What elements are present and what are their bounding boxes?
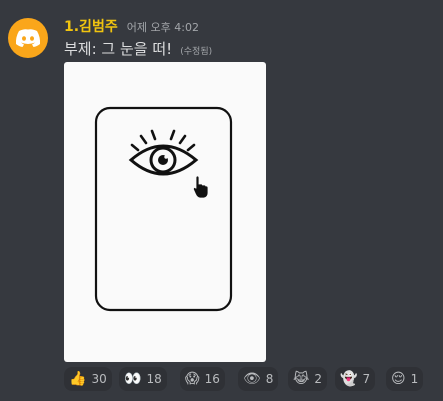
reaction-count: 2 — [314, 372, 322, 386]
discord-logo-icon — [15, 29, 41, 47]
reaction-relieved-face[interactable]: 😌 1 — [386, 367, 424, 391]
eye-card-drawing — [94, 106, 233, 312]
image-attachment[interactable] — [64, 62, 266, 362]
relieved-face-icon: 😌 — [391, 371, 406, 387]
eye-icon: 👁 — [243, 371, 261, 387]
reaction-count: 16 — [204, 372, 220, 386]
reaction-count: 7 — [362, 372, 371, 386]
username[interactable]: 1.김범주 — [64, 19, 118, 35]
reaction-ghost[interactable]: 👻 7 — [335, 367, 376, 391]
thumbs-up-icon: 👍 — [69, 371, 87, 387]
reaction-eyes[interactable]: 👀 18 — [119, 367, 167, 391]
reaction-scream[interactable]: 😱 16 — [180, 367, 225, 391]
eyes-icon: 👀 — [124, 371, 142, 387]
message-content: 부제: 그 눈을 떠! (수정됨) — [64, 38, 212, 59]
edited-label: (수정됨) — [180, 47, 213, 57]
timestamp: 어제 오후 4:02 — [126, 21, 199, 34]
eye-icon — [128, 129, 199, 176]
reaction-thumbs-up[interactable]: 👍 30 — [64, 367, 112, 391]
reaction-cat-face[interactable]: 😹 2 — [288, 367, 327, 391]
chat-message: 1.김범주 어제 오후 4:02 부제: 그 눈을 떠! (수정됨) 👍 30 … — [0, 0, 443, 401]
reaction-eye[interactable]: 👁 8 — [238, 367, 279, 391]
avatar[interactable] — [8, 18, 48, 58]
message-text: 부제: 그 눈을 떠! — [64, 40, 173, 58]
reaction-count: 8 — [265, 372, 274, 386]
reaction-count: 18 — [146, 372, 162, 386]
scream-icon: 😱 — [185, 371, 200, 387]
hand-pointer-icon — [192, 175, 209, 199]
cat-face-icon: 😹 — [293, 371, 310, 387]
reaction-count: 1 — [410, 372, 419, 386]
reaction-count: 30 — [91, 372, 107, 386]
message-header: 1.김범주 어제 오후 4:02 — [64, 16, 199, 36]
ghost-icon: 👻 — [340, 371, 358, 387]
